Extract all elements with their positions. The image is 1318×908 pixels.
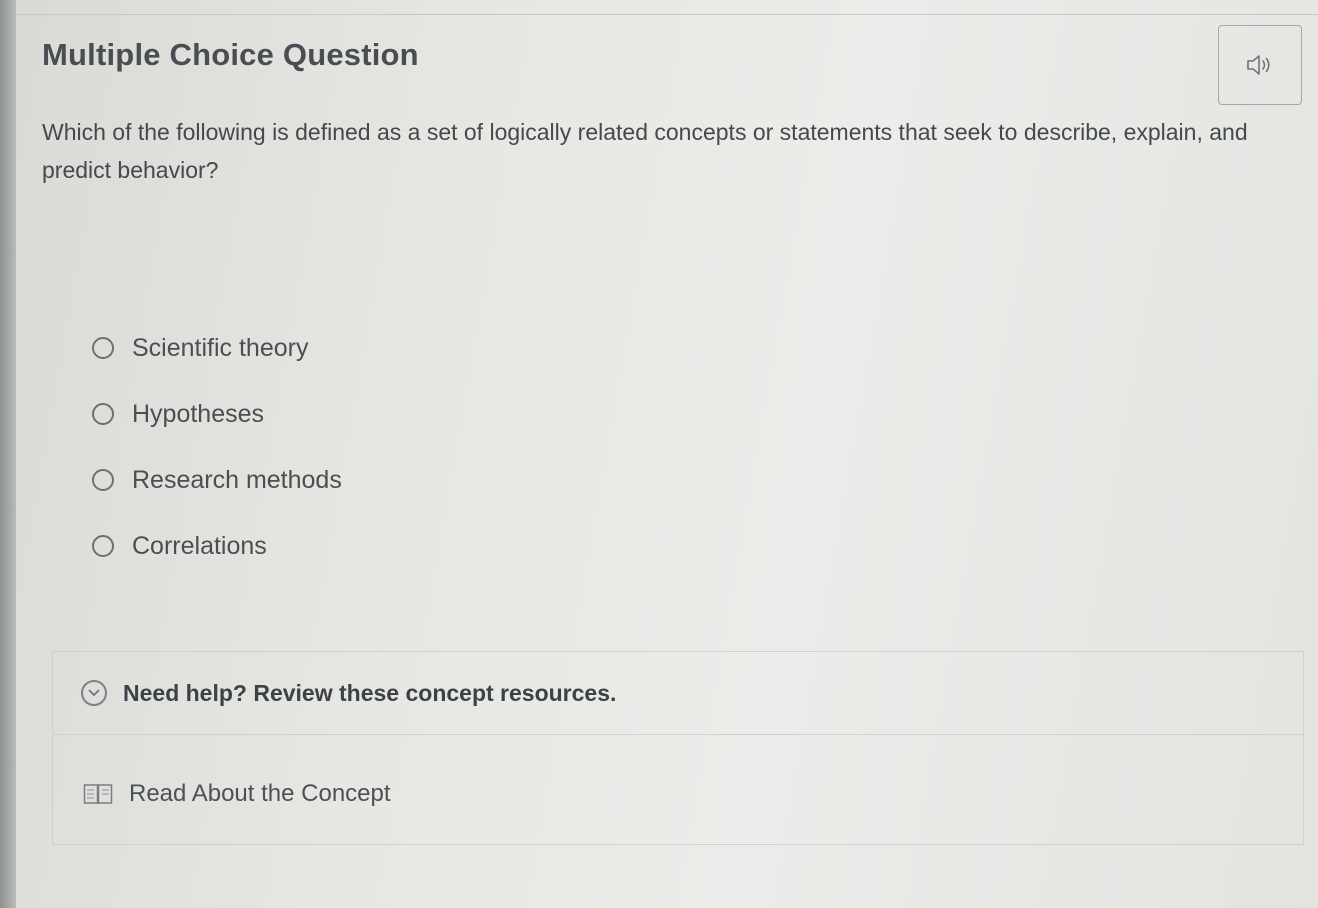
radio-button[interactable] — [92, 469, 114, 491]
option-label: Research methods — [132, 465, 342, 494]
resource-label: Read About the Concept — [129, 780, 391, 807]
speaker-icon — [1247, 55, 1270, 75]
question-page: Multiple Choice Question Which of the fo… — [16, 15, 1318, 908]
chevron-down-icon — [81, 680, 107, 706]
concept-resources-title: Need help? Review these concept resource… — [123, 679, 617, 706]
read-about-concept-link[interactable]: Read About the Concept — [83, 780, 391, 808]
radio-button[interactable] — [92, 403, 114, 425]
option-scientific-theory[interactable]: Scientific theory — [92, 315, 342, 381]
option-label: Scientific theory — [132, 333, 309, 362]
radio-button[interactable] — [92, 535, 114, 557]
option-hypotheses[interactable]: Hypotheses — [92, 381, 342, 447]
read-aloud-button[interactable] — [1218, 25, 1302, 105]
option-research-methods[interactable]: Research methods — [92, 447, 342, 513]
concept-resources-toggle[interactable]: Need help? Review these concept resource… — [53, 652, 1303, 735]
answer-options: Scientific theory Hypotheses Research me… — [92, 315, 342, 579]
question-stem: Which of the following is defined as a s… — [42, 119, 1248, 183]
concept-resources-panel: Need help? Review these concept resource… — [52, 651, 1304, 845]
option-label: Hypotheses — [132, 399, 265, 428]
radio-button[interactable] — [92, 337, 114, 359]
option-label: Correlations — [132, 531, 267, 560]
screen-bezel — [0, 0, 16, 908]
option-correlations[interactable]: Correlations — [92, 513, 342, 579]
question-title: Multiple Choice Question — [42, 37, 419, 72]
book-icon — [83, 782, 113, 806]
